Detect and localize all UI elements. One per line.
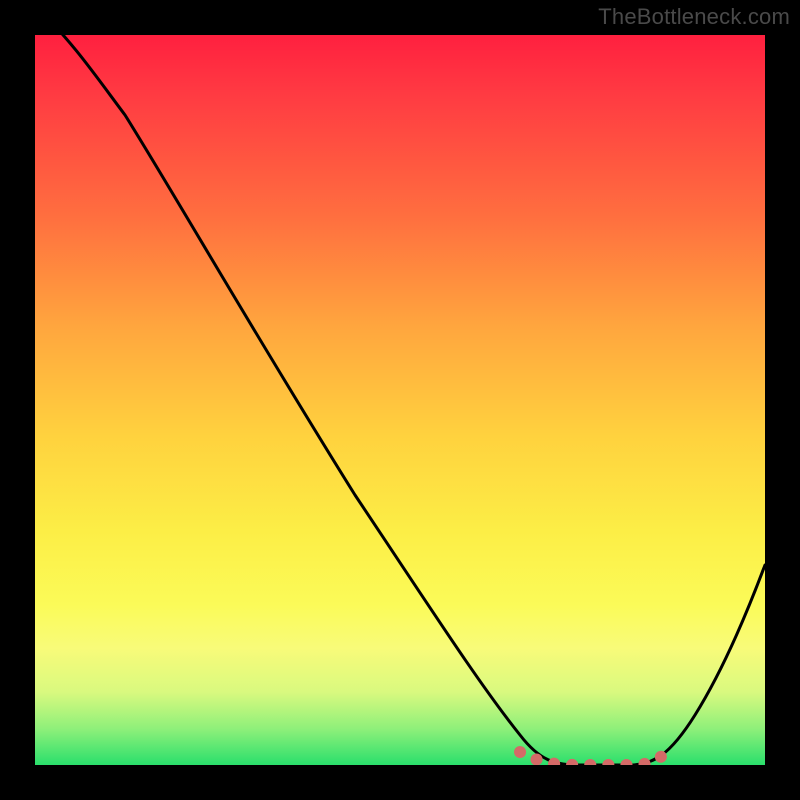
bottleneck-curve-line [35, 35, 765, 765]
plot-area [35, 35, 765, 765]
bottleneck-flat-marker-line [520, 752, 663, 765]
chart-frame: TheBottleneck.com [0, 0, 800, 800]
watermark-text: TheBottleneck.com [598, 4, 790, 30]
curve-svg [35, 35, 765, 765]
